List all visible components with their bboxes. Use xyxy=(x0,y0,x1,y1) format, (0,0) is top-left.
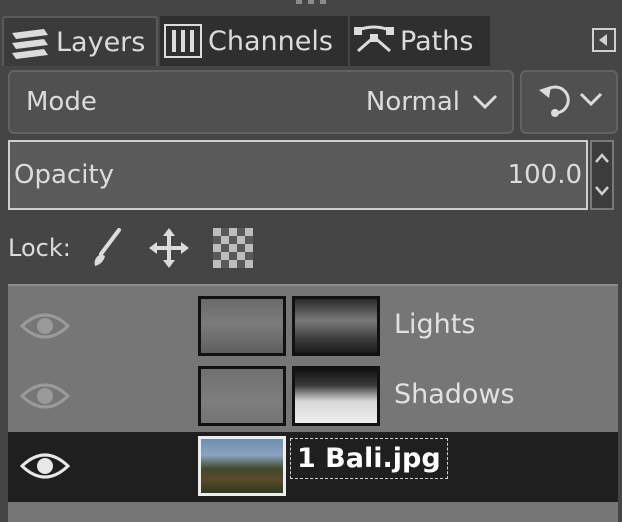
paths-icon xyxy=(354,25,394,57)
layer-row-lights[interactable]: Lights xyxy=(8,292,618,362)
dock-grip[interactable] xyxy=(290,0,332,8)
layer-row-shadows[interactable]: Shadows xyxy=(8,362,618,432)
opacity-field[interactable]: Opacity 100.0 xyxy=(8,140,588,210)
move-icon[interactable] xyxy=(148,228,189,268)
chevron-down-icon xyxy=(472,87,498,117)
opacity-label: Opacity xyxy=(14,160,115,190)
tab-layers[interactable]: Layers xyxy=(2,16,158,66)
reset-icon xyxy=(535,80,575,124)
layer-name: Shadows xyxy=(394,379,515,410)
layer-name[interactable]: 1 Bali.jpg xyxy=(290,438,448,479)
layer-thumbnail xyxy=(198,296,286,356)
layer-thumbnail xyxy=(198,366,286,426)
layer-thumbnail xyxy=(198,436,286,496)
mode-label: Mode xyxy=(26,87,97,117)
grip-dot xyxy=(296,0,302,4)
chevron-up-icon[interactable] xyxy=(594,149,610,168)
eye-icon[interactable] xyxy=(20,444,70,488)
mode-reset-button[interactable] xyxy=(520,70,618,134)
tab-label: Layers xyxy=(56,26,146,58)
brush-icon[interactable] xyxy=(89,228,125,268)
grip-dot xyxy=(308,0,314,4)
mode-dropdown[interactable]: Mode Normal xyxy=(8,70,514,134)
tab-label: Paths xyxy=(400,25,474,57)
channels-icon xyxy=(164,24,202,58)
opacity-value: 100.0 xyxy=(507,160,582,190)
chevron-down-icon xyxy=(579,92,603,112)
mode-value: Normal xyxy=(366,87,498,117)
eye-icon[interactable] xyxy=(20,374,70,418)
layer-mask-thumbnail xyxy=(292,296,380,356)
layer-name: Lights xyxy=(394,309,476,340)
layer-list[interactable]: Lights Shadows 1 Bali.jpg xyxy=(8,284,618,522)
checkerboard-icon[interactable] xyxy=(212,228,253,268)
tab-menu-button[interactable] xyxy=(592,28,616,52)
layer-mask-thumbnail xyxy=(292,366,380,426)
lock-row: Lock: xyxy=(8,226,277,270)
layer-row-bali[interactable]: 1 Bali.jpg xyxy=(8,432,618,502)
layers-panel: Mode Normal Opacity 100.0 Lock: Lights S… xyxy=(0,66,622,522)
tab-label: Channels xyxy=(208,25,333,57)
chevron-down-icon[interactable] xyxy=(594,182,610,201)
grip-dot xyxy=(320,0,326,4)
tab-paths[interactable]: Paths xyxy=(350,16,490,66)
mode-value-text: Normal xyxy=(365,87,460,117)
tab-channels[interactable]: Channels xyxy=(160,16,348,66)
layers-icon xyxy=(10,25,50,59)
dock-tab-bar: Layers Channels Paths xyxy=(0,8,622,66)
lock-label: Lock: xyxy=(8,234,71,262)
opacity-stepper[interactable] xyxy=(590,140,614,210)
eye-icon[interactable] xyxy=(20,304,70,348)
